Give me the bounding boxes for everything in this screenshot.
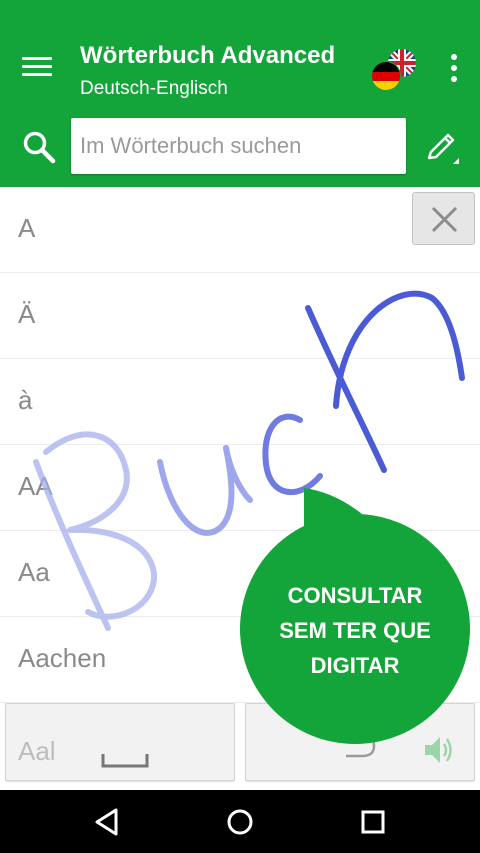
list-item-label: Aachen xyxy=(18,643,107,673)
pen-icon[interactable] xyxy=(422,128,462,168)
close-icon xyxy=(431,206,458,233)
back-icon[interactable] xyxy=(93,807,123,837)
space-bar-icon xyxy=(101,754,149,768)
german-english-flag-icon[interactable] xyxy=(370,48,418,94)
list-item[interactable]: Ä xyxy=(0,273,480,359)
recents-icon[interactable] xyxy=(361,810,385,834)
home-icon[interactable] xyxy=(226,808,254,836)
list-item-label: A xyxy=(18,213,36,243)
search-box xyxy=(71,118,406,174)
list-item-label: Ä xyxy=(18,299,36,329)
list-item-label: Aa xyxy=(18,557,50,587)
lookup-without-typing-label: CONSULTAR SEM TER QUE DIGITAR xyxy=(279,583,431,678)
list-item-label: à xyxy=(18,385,33,415)
list-item-label: AA xyxy=(18,471,53,501)
more-vert-icon[interactable] xyxy=(446,54,462,88)
list-item[interactable]: à xyxy=(0,359,480,445)
search-icon[interactable] xyxy=(22,130,56,164)
app-title: Wörterbuch Advanced xyxy=(80,42,336,69)
search-input[interactable] xyxy=(71,118,406,174)
suggestion-peek-word: Aal xyxy=(18,736,56,766)
menu-button[interactable] xyxy=(22,57,52,81)
list-item[interactable]: A xyxy=(0,187,480,273)
language-pair-subtitle: Deutsch-Englisch xyxy=(80,78,228,99)
menu-icon xyxy=(22,57,52,60)
app-bar: Wörterbuch Advanced Deutsch-Englisch xyxy=(0,0,480,187)
clear-handwriting-button[interactable] xyxy=(412,192,475,245)
